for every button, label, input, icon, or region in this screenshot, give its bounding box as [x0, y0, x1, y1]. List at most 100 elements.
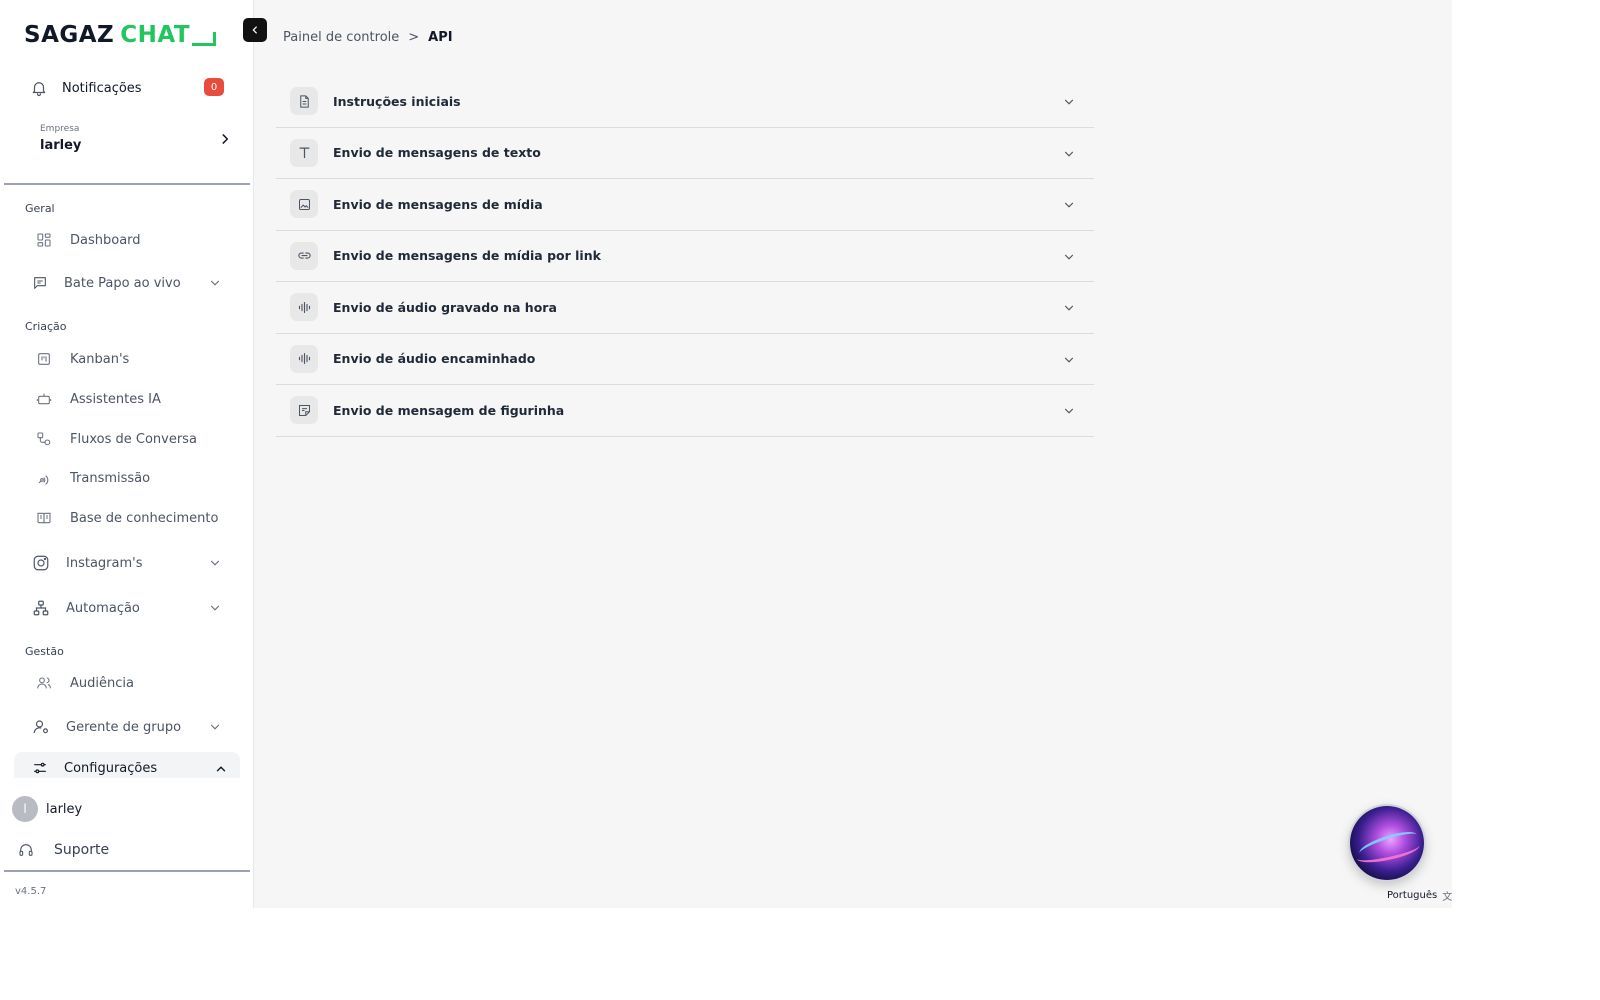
notifications-item[interactable]: Notificações 0 [30, 74, 230, 102]
sidebar-item-base-conhecimento[interactable]: Base de conhecimento [32, 503, 232, 533]
bell-icon [32, 82, 46, 97]
accordion-item-texto[interactable]: Envio de mensagens de texto [276, 128, 1094, 179]
hierarchy-icon [33, 600, 49, 616]
sidebar-item-dashboard[interactable]: Dashboard [32, 225, 232, 255]
brand-logo[interactable]: SAGAZ CHAT [24, 20, 217, 50]
sidebar-item-audiencia[interactable]: Audiência [32, 668, 232, 698]
chevron-down-icon [1064, 408, 1074, 414]
chevron-down-icon [1064, 99, 1074, 105]
chevron-down-icon [210, 280, 220, 286]
main-content: Painel de controle > API Instruções inic… [254, 0, 1452, 908]
sidebar-item-label: Configurações [64, 760, 158, 776]
accordion-item-figurinha[interactable]: Envio de mensagem de figurinha [276, 385, 1094, 437]
breadcrumb-separator: > [408, 30, 420, 45]
language-label: Português [1387, 890, 1438, 901]
sidebar-item-bate-papo[interactable]: Bate Papo ao vivo [32, 268, 232, 298]
sidebar-item-gerente-grupo[interactable]: Gerente de grupo [32, 712, 232, 742]
breadcrumb-root-link[interactable]: Painel de controle [283, 30, 399, 45]
accordion-title: Envio de mensagens de mídia [333, 196, 543, 212]
user-name: larley [46, 801, 83, 817]
flow-icon [37, 432, 51, 446]
accordion-title: Envio de mensagens de texto [333, 145, 541, 161]
chevron-down-icon [1064, 151, 1074, 157]
chevron-left-icon [252, 26, 257, 34]
collapse-sidebar-button[interactable] [243, 18, 267, 42]
sidebar-item-configuracoes[interactable]: Configurações [14, 752, 240, 778]
sidebar-item-label: Assistentes IA [70, 391, 161, 407]
accordion-title: Envio de áudio gravado na hora [333, 299, 557, 315]
section-title-criacao: Criação [25, 320, 67, 333]
sidebar-item-label: Fluxos de Conversa [70, 431, 197, 447]
sidebar-item-label: Instagram's [66, 555, 143, 571]
company-caption: Empresa [40, 124, 80, 134]
chevron-down-icon [210, 605, 220, 611]
accordion-item-audio-gravado[interactable]: Envio de áudio gravado na hora [276, 282, 1094, 334]
audio-icon [298, 301, 310, 313]
instagram-icon [33, 555, 49, 571]
document-icon [299, 95, 309, 108]
brand-chat-icon [192, 32, 217, 46]
grid-icon [37, 233, 51, 247]
notifications-count-badge: 0 [204, 78, 224, 96]
accordion-item-audio-encaminhado[interactable]: Envio de áudio encaminhado [276, 334, 1094, 385]
sidebar-item-label: Bate Papo ao vivo [64, 275, 181, 291]
user-profile[interactable]: l larley [12, 796, 82, 822]
sidebar-divider [4, 183, 250, 185]
app-version: v4.5.7 [15, 886, 47, 897]
translate-icon: 文 [1442, 892, 1453, 903]
book-icon [37, 512, 51, 524]
sidebar-item-kanbans[interactable]: Kanban's [32, 344, 232, 374]
accordion-title: Envio de mensagens de mídia por link [333, 248, 601, 264]
accordion-item-midia[interactable]: Envio de mensagens de mídia [276, 179, 1094, 231]
accordion-item-midia-link[interactable]: Envio de mensagens de mídia por link [276, 231, 1094, 282]
chevron-down-icon [1064, 357, 1074, 363]
accordion-item-instrucoes[interactable]: Instruções iniciais [276, 76, 1094, 128]
chevron-right-icon [222, 134, 229, 144]
chevron-down-icon [210, 560, 220, 566]
text-icon [299, 147, 309, 159]
support-item[interactable]: Suporte [18, 842, 109, 858]
brand-word-2: CHAT [120, 22, 191, 48]
accordion-title: Envio de áudio encaminhado [333, 351, 536, 367]
sidebar-divider-bottom [4, 870, 250, 872]
sidebar-item-label: Automação [66, 600, 140, 616]
sidebar-item-transmissao[interactable]: Transmissão [32, 463, 232, 493]
breadcrumb: Painel de controle > API [283, 30, 453, 45]
link-icon [297, 252, 311, 259]
sidebar-item-instagram[interactable]: Instagram's [32, 548, 232, 578]
kanban-icon [38, 353, 50, 365]
sidebar-item-automacao[interactable]: Automação [32, 593, 232, 623]
company-selector[interactable]: Empresa larley [40, 124, 229, 153]
chevron-down-icon [1064, 202, 1074, 208]
app-root: SAGAZ CHAT Notificações 0 Empresa larley… [0, 0, 1452, 908]
image-icon [298, 198, 310, 210]
sidebar-item-label: Transmissão [70, 470, 151, 486]
chevron-up-icon [216, 766, 226, 772]
broadcast-icon [38, 475, 49, 485]
breadcrumb-current: API [428, 30, 453, 45]
section-title-geral: Geral [25, 202, 55, 215]
notifications-label: Notificações [62, 80, 142, 96]
chat-icon [34, 277, 46, 289]
avatar: l [12, 796, 38, 822]
brand-word-1: SAGAZ [24, 22, 115, 48]
headset-icon [19, 844, 33, 856]
sliders-icon [34, 762, 46, 774]
ai-assistant-orb-button[interactable] [1350, 806, 1424, 880]
sidebar-item-label: Kanban's [70, 351, 130, 367]
support-label: Suporte [54, 842, 110, 858]
sidebar-item-label: Audiência [70, 675, 134, 691]
chevron-down-icon [1064, 305, 1074, 311]
sidebar-item-assistentes[interactable]: Assistentes IA [32, 384, 232, 414]
sidebar-item-label: Base de conhecimento [70, 510, 219, 526]
robot-icon [36, 393, 52, 405]
sidebar-item-fluxos[interactable]: Fluxos de Conversa [32, 424, 232, 454]
user-settings-icon [33, 720, 48, 734]
language-selector[interactable]: Português 文 [1387, 888, 1452, 903]
section-title-gestao: Gestão [25, 645, 64, 658]
accordion-title: Envio de mensagem de figurinha [333, 402, 565, 418]
audio-icon [298, 353, 310, 365]
chevron-down-icon [210, 724, 220, 730]
users-icon [37, 677, 51, 689]
sticker-icon [298, 404, 310, 416]
